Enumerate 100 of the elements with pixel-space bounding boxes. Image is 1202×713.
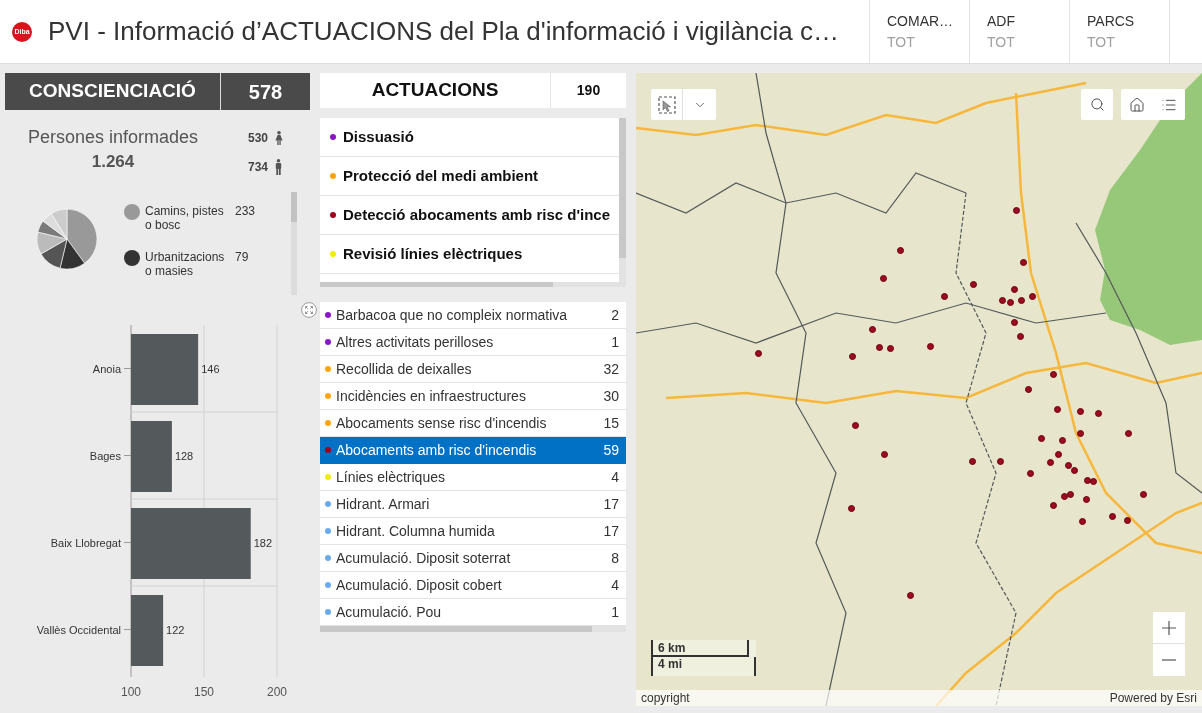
map-marker-icon[interactable] xyxy=(1018,297,1025,304)
map-marker-icon[interactable] xyxy=(852,422,859,429)
male-person-icon xyxy=(275,159,283,175)
map-marker-icon[interactable] xyxy=(1054,406,1061,413)
map-marker-icon[interactable] xyxy=(897,247,904,254)
list-label[interactable]: Abocaments amb risc d'incendis xyxy=(336,439,537,461)
map-marker-icon[interactable] xyxy=(848,505,855,512)
map-marker-icon[interactable] xyxy=(1020,259,1027,266)
data-label: 122 xyxy=(166,623,185,636)
map-marker-icon[interactable] xyxy=(1007,299,1014,306)
gender-count: 530 xyxy=(248,130,269,147)
bar xyxy=(131,334,199,405)
list-label[interactable]: Abocaments sense risc d'incendis xyxy=(336,412,547,434)
scrollbar-track[interactable] xyxy=(291,192,297,295)
attribution-link[interactable]: Powered by Esri xyxy=(1109,691,1197,705)
map-marker-icon[interactable] xyxy=(1047,459,1054,466)
list-label[interactable]: Acumulació. Diposit cobert xyxy=(336,574,502,596)
attribution-text: copyright xyxy=(641,691,690,705)
list-label[interactable]: Hidrant. Armari xyxy=(336,493,430,515)
data-label: 146 xyxy=(201,362,220,375)
category-label: Bages xyxy=(89,449,121,462)
map-marker-icon[interactable] xyxy=(880,275,887,282)
list-row[interactable]: Abocaments amb risc d'incendis 59 xyxy=(320,437,626,464)
scrollbar-track[interactable] xyxy=(619,118,626,287)
map-marker-icon[interactable] xyxy=(876,344,883,351)
female-person-icon xyxy=(275,131,284,145)
filter-label[interactable]: ADF xyxy=(987,13,1015,29)
map-marker-icon[interactable] xyxy=(1095,410,1102,417)
map-marker-icon[interactable] xyxy=(1027,470,1034,477)
category-label[interactable]: Dissuasió xyxy=(343,125,414,149)
map-marker-icon[interactable] xyxy=(1090,478,1097,485)
map-marker-icon[interactable] xyxy=(1050,502,1057,509)
list-label[interactable]: Altres activitats perilloses xyxy=(336,331,494,353)
map-marker-icon[interactable] xyxy=(1011,319,1018,326)
section-title: ACTUACIONS xyxy=(371,78,499,103)
map-marker-icon[interactable] xyxy=(1124,517,1131,524)
select-area-icon xyxy=(657,95,676,114)
map-marker-icon[interactable] xyxy=(849,353,856,360)
map-marker-icon[interactable] xyxy=(1109,513,1116,520)
plus-icon xyxy=(1162,620,1176,635)
category-label: Baix Llobregat xyxy=(50,536,121,549)
map-marker-icon[interactable] xyxy=(1011,286,1018,293)
list-count: 30 xyxy=(603,386,619,406)
map-marker-icon[interactable] xyxy=(1038,435,1045,442)
list-count: 1 xyxy=(611,602,619,622)
map-marker-icon[interactable] xyxy=(881,451,888,458)
map-marker-icon[interactable] xyxy=(907,592,914,599)
category-label: Anoia xyxy=(92,362,121,375)
map-marker-icon[interactable] xyxy=(1013,207,1020,214)
list-label[interactable]: Barbacoa que no compleix normativa xyxy=(336,304,568,326)
map-marker-icon[interactable] xyxy=(869,326,876,333)
map-marker-icon[interactable] xyxy=(1059,437,1066,444)
map-marker-icon[interactable] xyxy=(1077,430,1084,437)
filter-label[interactable]: COMAR… xyxy=(887,13,954,29)
map-marker-icon[interactable] xyxy=(927,343,934,350)
expand-icon xyxy=(301,302,317,318)
scrollbar-thumb[interactable] xyxy=(291,192,297,222)
legend-label: Camins, pistes o bosc xyxy=(145,204,225,232)
scrollbar-thumb[interactable] xyxy=(619,118,626,258)
map-marker-icon[interactable] xyxy=(941,293,948,300)
list-label[interactable]: Hidrant. Columna humida xyxy=(336,520,495,542)
map-marker-icon[interactable] xyxy=(1140,491,1147,498)
map-marker-icon[interactable] xyxy=(1083,496,1090,503)
map-marker-icon[interactable] xyxy=(1079,518,1086,525)
map-marker-icon[interactable] xyxy=(1071,467,1078,474)
list-label[interactable]: Incidències en infraestructures xyxy=(336,385,526,407)
map-marker-icon[interactable] xyxy=(1125,430,1132,437)
map-marker-icon[interactable] xyxy=(970,281,977,288)
list-count: 4 xyxy=(611,575,619,595)
list-label[interactable]: Acumulació. Pou xyxy=(336,601,442,623)
map-marker-icon[interactable] xyxy=(999,297,1006,304)
map-marker-icon[interactable] xyxy=(1050,371,1057,378)
category-label[interactable]: Revisió línies elèctriques xyxy=(343,242,523,266)
page-title: PVI - Informació d’ACTUACIONS del Pla d'informació i vigilància c… xyxy=(48,15,839,48)
bar xyxy=(131,595,164,666)
map-marker-icon[interactable] xyxy=(755,350,762,357)
category-label[interactable]: Protecció del medi ambient xyxy=(343,164,539,188)
map-marker-icon[interactable] xyxy=(969,458,976,465)
legend-value: 233 xyxy=(235,204,256,218)
map-marker-icon[interactable] xyxy=(1067,491,1074,498)
filter-label[interactable]: PARCS xyxy=(1087,13,1135,29)
list-count: 17 xyxy=(603,521,619,541)
list-label[interactable]: Línies elèctriques xyxy=(336,466,445,488)
list-label[interactable]: Acumulació. Diposit soterrat xyxy=(336,547,511,569)
map-marker-icon[interactable] xyxy=(887,345,894,352)
map-marker-icon[interactable] xyxy=(997,458,1004,465)
map-marker-icon[interactable] xyxy=(1065,462,1072,469)
section-title: CONSCIENCIACIÓ xyxy=(29,79,196,104)
map-marker-icon[interactable] xyxy=(1029,293,1036,300)
axis-tick-label: 100 xyxy=(121,685,141,699)
map-marker-icon[interactable] xyxy=(1025,386,1032,393)
map-marker-icon[interactable] xyxy=(1077,408,1084,415)
scrollbar-thumb[interactable] xyxy=(320,282,553,287)
expand-button[interactable] xyxy=(301,302,317,318)
list-label[interactable]: Recollida de deixalles xyxy=(336,358,472,380)
scrollbar-track[interactable] xyxy=(320,282,619,287)
category-label[interactable]: Detecció abocaments amb risc d'ince xyxy=(343,203,610,227)
map-marker-icon[interactable] xyxy=(1055,451,1062,458)
search-button[interactable] xyxy=(1081,89,1113,120)
map-marker-icon[interactable] xyxy=(1017,333,1024,340)
